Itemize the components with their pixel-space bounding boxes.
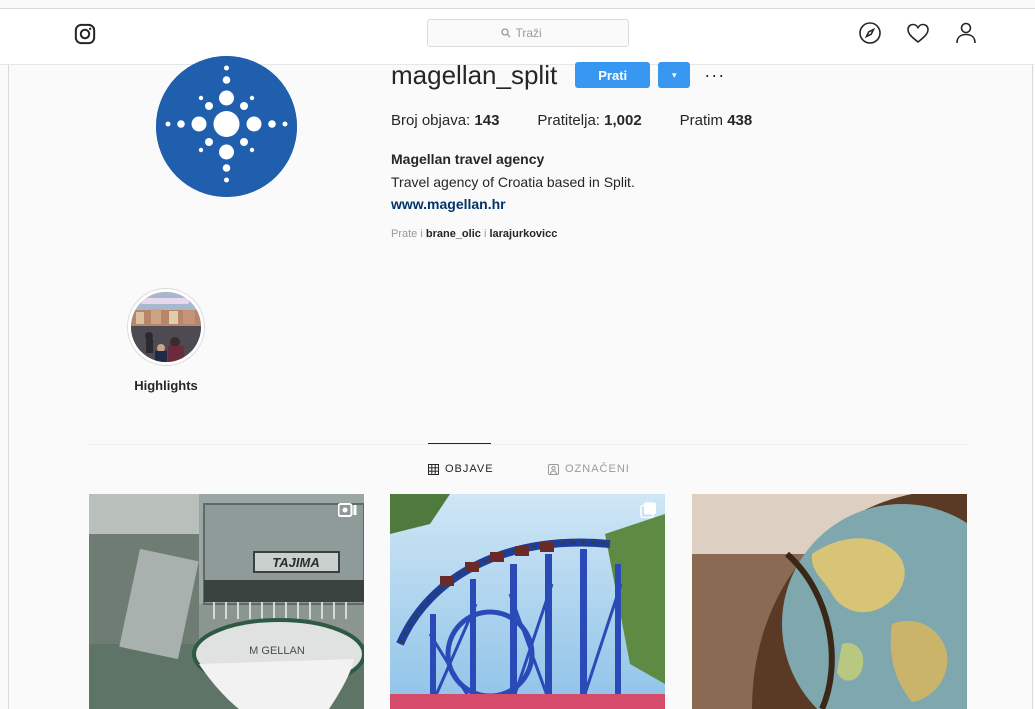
profile-website-link[interactable]: www.magellan.hr xyxy=(391,196,506,212)
followed-by-user-2[interactable]: larajurkovicc xyxy=(489,228,557,240)
highlight-ring xyxy=(127,288,205,366)
followed-by-user-1[interactable]: brane_olic xyxy=(426,228,481,240)
followed-by-prefix: Prate i xyxy=(391,228,423,240)
tab-active-indicator xyxy=(428,443,491,444)
profile-bio: Travel agency of Croatia based in Split. xyxy=(391,174,635,190)
tab-tagged[interactable]: OZNAČENI xyxy=(548,463,630,475)
search-icon xyxy=(500,28,510,38)
tab-posts[interactable]: OBJAVE xyxy=(428,463,494,475)
more-options-button[interactable]: ··· xyxy=(704,65,725,85)
stat-following[interactable]: Pratim 438 xyxy=(680,112,753,129)
tab-tagged-label: OZNAČENI xyxy=(565,463,630,475)
follow-button[interactable]: Prati xyxy=(575,62,651,88)
heart-activity-icon[interactable] xyxy=(906,21,930,45)
profile-full-name: Magellan travel agency xyxy=(391,151,545,167)
stat-posts: Broj objava: 143 xyxy=(391,112,499,129)
highlight-thumbnail xyxy=(131,292,201,362)
profile-username: magellan_split xyxy=(391,60,558,90)
followed-by[interactable]: Prate i brane_olic i larajurkovicc xyxy=(391,228,557,240)
stat-posts-value: 143 xyxy=(474,112,500,129)
post-thumbnail-3[interactable] xyxy=(692,494,967,709)
stat-following-value: 438 xyxy=(727,112,753,129)
stat-followers[interactable]: Pratitelja: 1,002 xyxy=(537,112,641,129)
embroidery-machine-image: TAJIMA M GELLAN xyxy=(89,494,364,709)
magellan-logo-icon xyxy=(156,56,297,197)
world-globe-image xyxy=(692,494,967,709)
stat-following-label: Pratim xyxy=(679,112,724,129)
stat-followers-label: Pratitelja: xyxy=(537,112,600,129)
profile-stats: Broj objava: 143 Pratitelja: 1,002 Prati… xyxy=(391,112,790,129)
highlight-label: Highlights xyxy=(134,378,198,393)
top-navigation xyxy=(0,8,1035,65)
suggested-dropdown-button[interactable]: ▾ xyxy=(658,62,691,88)
patch-text: M GELLAN xyxy=(249,645,305,657)
post-thumbnail-1[interactable]: TAJIMA M GELLAN xyxy=(89,494,364,709)
machine-brand-text: TAJIMA xyxy=(272,555,319,570)
highlight-city-square-image xyxy=(131,292,201,362)
followed-by-joiner: i xyxy=(483,228,487,240)
profile-avatar[interactable] xyxy=(156,56,297,197)
page-left-border xyxy=(8,57,9,709)
tabs-divider xyxy=(88,444,967,445)
profile-user-icon[interactable] xyxy=(954,21,978,45)
page-right-border xyxy=(1032,57,1033,709)
video-icon xyxy=(338,503,357,517)
search-input[interactable] xyxy=(515,26,556,40)
post-thumbnail-2[interactable] xyxy=(390,494,665,709)
tagged-person-icon xyxy=(548,463,559,475)
explore-compass-icon[interactable] xyxy=(858,21,882,45)
stat-followers-value: 1,002 xyxy=(604,112,642,129)
multiple-posts-icon xyxy=(640,502,656,518)
story-highlight[interactable]: Highlights xyxy=(125,288,207,393)
roller-coaster-image xyxy=(390,494,665,709)
instagram-logo-icon[interactable] xyxy=(74,23,96,45)
search-box[interactable] xyxy=(427,19,629,47)
tab-posts-label: OBJAVE xyxy=(445,463,494,475)
stat-posts-label: Broj objava: xyxy=(391,112,471,129)
nav-icon-group xyxy=(858,21,978,45)
username-row: magellan_split Prati ▾ ··· xyxy=(391,60,725,90)
grid-icon xyxy=(428,463,439,475)
